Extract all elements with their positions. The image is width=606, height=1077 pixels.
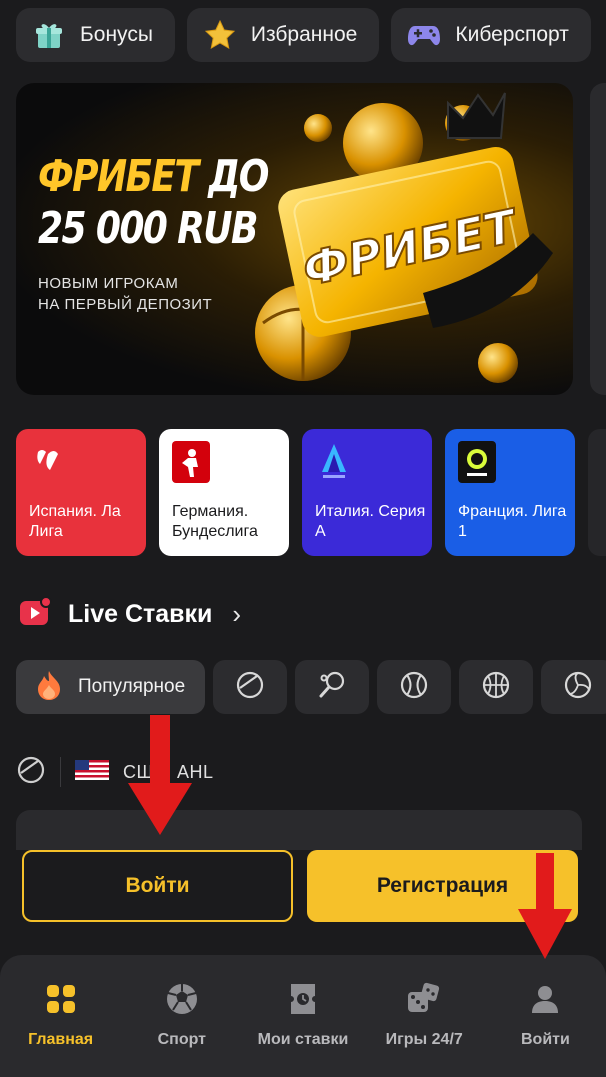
dice-icon <box>406 981 442 1017</box>
match-league-row[interactable]: США. AHL <box>16 755 586 789</box>
banner-subtitle-line2: НА ПЕРВЫЙ ДЕПОЗИТ <box>38 296 213 313</box>
chip-favorites[interactable]: Избранное <box>186 8 380 62</box>
nav-label: Мои ставки <box>257 1031 349 1048</box>
league-card-france[interactable]: Франция. Лига 1 <box>445 429 575 556</box>
league-name: Франция. Лига 1 <box>458 503 567 540</box>
league-card-italy[interactable]: Италия. Серия А <box>302 429 432 556</box>
filter-popular-label: Популярное <box>78 676 186 697</box>
filter-volleyball[interactable] <box>541 660 606 714</box>
league-name: Испания. Ла Лига <box>29 503 121 540</box>
home-grid-icon <box>43 981 79 1017</box>
banner-subtitle-line1: НОВЫМ ИГРОКАМ <box>38 275 179 292</box>
filter-hockey[interactable] <box>213 660 288 714</box>
next-banner-preview[interactable] <box>590 83 606 395</box>
league-name: Германия. Бундеслига <box>172 503 258 540</box>
tennis-ball-icon <box>399 670 429 705</box>
chip-bonuses[interactable]: Бонусы <box>16 8 175 62</box>
bottom-nav: Главная Спорт Мои ставки Игры 24/7 Войти <box>0 955 606 1077</box>
live-section-header[interactable]: Live Ставки › <box>18 595 241 634</box>
divider <box>60 757 61 787</box>
league-card-next[interactable] <box>588 429 606 556</box>
nav-label: Главная <box>28 1031 94 1048</box>
chip-label: Бонусы <box>80 23 153 46</box>
bundesliga-logo-icon <box>172 441 210 483</box>
nav-login[interactable]: Войти <box>485 955 606 1077</box>
fire-icon <box>34 669 64 706</box>
league-name: Италия. Серия А <box>315 503 426 540</box>
top-chips: Бонусы Избранное Киберспорт <box>16 8 591 62</box>
login-button[interactable]: Войти <box>22 850 293 922</box>
live-title: Live Ставки <box>68 600 213 628</box>
nav-games[interactable]: Игры 24/7 <box>364 955 485 1077</box>
table-tennis-icon <box>317 670 347 705</box>
nav-my-bets[interactable]: Мои ставки <box>242 955 363 1077</box>
user-icon <box>527 981 563 1017</box>
chip-label: Избранное <box>250 23 358 46</box>
promo-banner[interactable]: ФРИБЕТ ДО 25 000 RUB НОВЫМ ИГРОКАМ НА ПЕ… <box>16 83 573 395</box>
nav-home[interactable]: Главная <box>0 955 121 1077</box>
filter-table-tennis[interactable] <box>295 660 370 714</box>
red-arrow-down-icon <box>518 853 572 959</box>
chevron-right-icon: › <box>232 599 242 629</box>
volleyball-icon <box>563 670 593 705</box>
banner-amount: 25 000 RUB <box>38 203 258 254</box>
chip-esports[interactable]: Киберспорт <box>391 8 591 62</box>
banner-subtitle: НОВЫМ ИГРОКАМ НА ПЕРВЫЙ ДЕПОЗИТ <box>38 273 212 315</box>
league-card-spain[interactable]: Испания. Ла Лига <box>16 429 146 556</box>
laliga-logo-icon <box>29 441 67 483</box>
soccer-ball-icon <box>164 981 200 1017</box>
serie-a-logo-icon <box>315 441 353 483</box>
usa-flag-icon <box>75 759 109 785</box>
hockey-puck-icon <box>16 755 46 790</box>
nav-label: Игры 24/7 <box>385 1031 463 1048</box>
basketball-icon <box>481 670 511 705</box>
filter-basketball[interactable] <box>459 660 534 714</box>
league-carousel: Испания. Ла Лига Германия. Бундеслига Ит… <box>16 429 606 556</box>
nav-label: Войти <box>520 1031 570 1048</box>
hockey-puck-icon <box>235 670 265 705</box>
freebet-ticket-illustration: ФРИБЕТ <box>255 92 553 383</box>
ligue1-logo-icon <box>458 441 496 483</box>
filter-tennis[interactable] <box>377 660 452 714</box>
match-card[interactable] <box>16 810 582 850</box>
gift-icon <box>32 18 66 52</box>
filter-popular[interactable]: Популярное <box>16 660 206 714</box>
live-tv-icon <box>18 595 52 634</box>
star-icon <box>203 18 237 52</box>
gamepad-icon <box>407 18 441 52</box>
league-card-germany[interactable]: Германия. Бундеслига <box>159 429 289 556</box>
chip-label: Киберспорт <box>455 23 569 46</box>
nav-sport[interactable]: Спорт <box>121 955 242 1077</box>
nav-label: Спорт <box>157 1031 206 1048</box>
banner-title-highlight: ФРИБЕТ <box>38 151 199 202</box>
sport-filters: Популярное <box>16 660 606 714</box>
ticket-icon <box>285 981 321 1017</box>
red-arrow-down-icon <box>128 715 192 835</box>
